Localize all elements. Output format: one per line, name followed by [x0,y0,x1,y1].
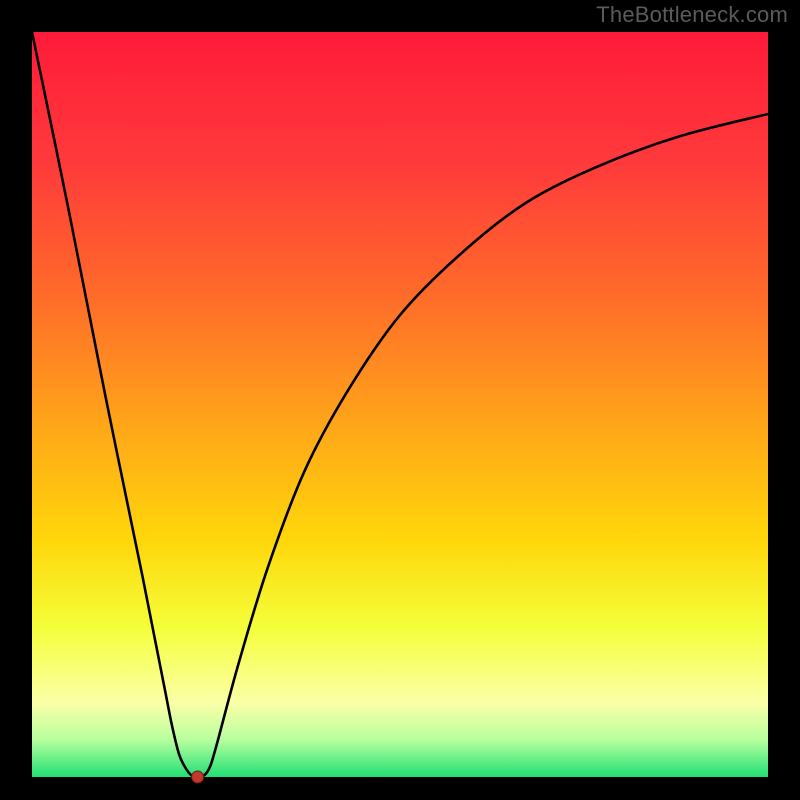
chart-frame: TheBottleneck.com [0,0,800,800]
bottleneck-chart [0,0,800,800]
minimum-marker [192,771,204,783]
